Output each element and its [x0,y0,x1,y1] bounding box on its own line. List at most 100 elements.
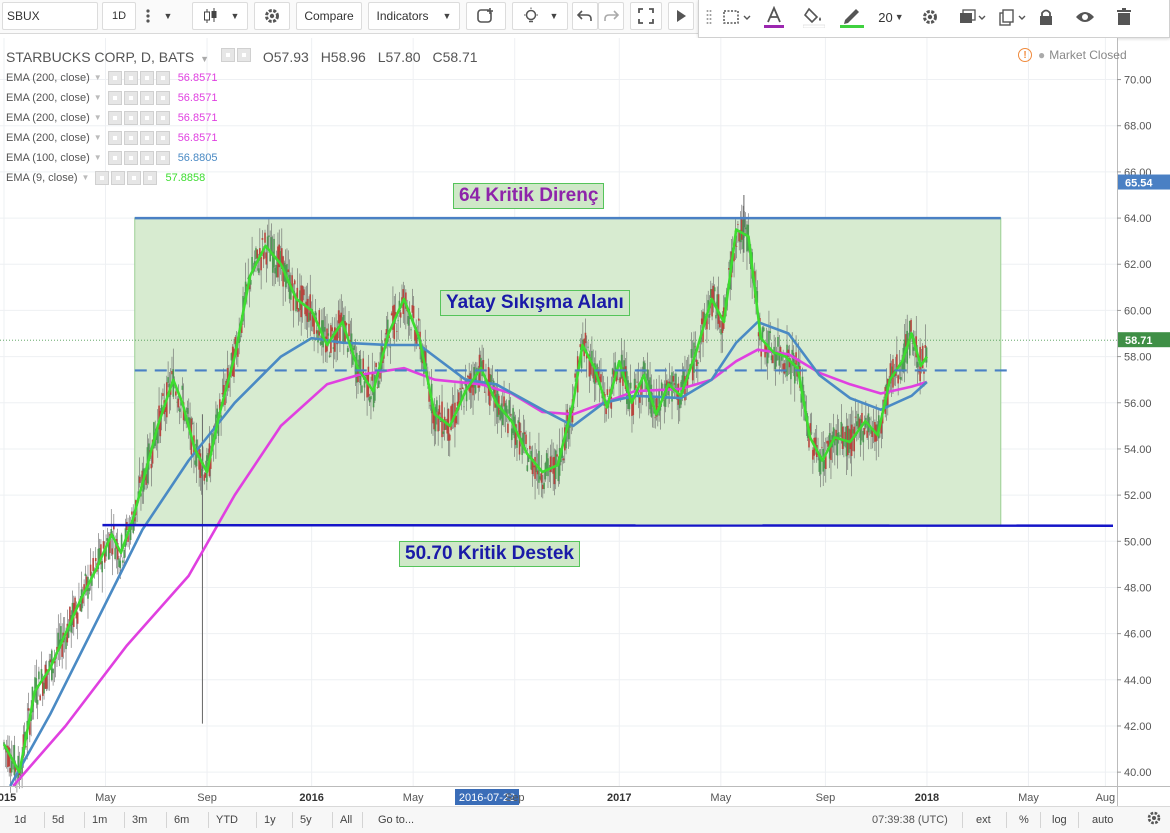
replay-button[interactable] [668,2,694,30]
eye-icon[interactable] [107,111,122,125]
more-vert-icon[interactable] [138,2,158,30]
close-icon[interactable] [155,71,170,85]
delete-button[interactable] [1111,4,1137,30]
plus-icon[interactable] [139,151,154,165]
close-icon[interactable] [155,91,170,105]
candle-body [772,355,774,364]
ideas-button[interactable]: ▼ [512,2,568,30]
candle-body [36,699,39,705]
plus-icon[interactable] [139,131,154,145]
settings-icon[interactable] [123,111,138,125]
visibility-button[interactable] [1071,4,1099,30]
range-button-all[interactable]: All [340,811,352,829]
utc-clock[interactable]: 07:39:38 (UTC) [872,811,948,829]
eye-icon[interactable] [107,151,122,165]
indicator-row[interactable]: EMA (200, close) ▼ 56.8571 [6,110,217,126]
ext-toggle[interactable]: ext [976,811,991,829]
plus-icon[interactable] [139,111,154,125]
gear-icon[interactable] [1146,810,1162,828]
select-area-button[interactable] [719,4,755,30]
settings-icon[interactable] [123,91,138,105]
settings-icon[interactable] [236,48,251,62]
lock-button[interactable] [1035,4,1057,30]
candle-body [600,374,602,383]
fill-color-button[interactable] [799,4,829,30]
range-button-1d[interactable]: 1d [14,811,26,829]
range-button-5d[interactable]: 5d [52,811,64,829]
settings-icon[interactable] [123,71,138,85]
fullscreen-button[interactable] [630,2,662,30]
goto-button[interactable]: Go to... [378,811,414,829]
price-axis[interactable]: 70.0068.0066.0064.0062.0060.0058.0056.00… [1117,75,1170,780]
range-label[interactable]: Yatay Sıkışma Alanı [440,290,630,316]
compare-button[interactable]: Compare [296,2,362,30]
symbol-input[interactable]: SBUX [2,2,98,30]
range-button-1y[interactable]: 1y [264,811,276,829]
line-color-button[interactable] [837,4,867,30]
indicator-menu-icon[interactable]: ▼ [82,170,90,186]
alert-button[interactable] [466,2,506,30]
settings-icon[interactable] [111,171,126,185]
drawing-settings-button[interactable] [917,4,943,30]
settings-icon[interactable] [123,151,138,165]
candle-body [635,385,637,389]
interval-dropdown-icon[interactable]: ▼ [158,2,178,30]
candle-body [779,346,782,353]
range-button-ytd[interactable]: YTD [216,811,238,829]
indicator-row[interactable]: EMA (200, close) ▼ 56.8571 [6,70,217,86]
plus-icon[interactable] [139,71,154,85]
range-button-3m[interactable]: 3m [132,811,147,829]
log-toggle[interactable]: log [1052,811,1067,829]
indicator-row[interactable]: EMA (200, close) ▼ 56.8571 [6,130,217,146]
text-color-button[interactable] [759,4,789,30]
support-label[interactable]: 50.70 Kritik Destek [399,541,580,567]
candle-body [509,414,512,416]
x-tick-label: Sep [816,792,836,804]
clone-button[interactable] [995,4,1029,30]
close-icon[interactable] [155,131,170,145]
interval-button[interactable]: 1D [102,2,136,30]
auto-toggle[interactable]: auto [1092,811,1113,829]
clock-icon: ! [1018,48,1032,62]
eye-icon[interactable] [107,131,122,145]
font-size-select[interactable]: 20 ▼ [875,4,907,30]
percent-toggle[interactable]: % [1019,811,1029,829]
candle-body [396,330,398,332]
redo-button[interactable] [598,2,624,30]
indicator-menu-icon[interactable]: ▼ [94,70,102,86]
candle-body [92,558,94,572]
plus-icon[interactable] [127,171,142,185]
indicator-menu-icon[interactable]: ▼ [94,110,102,126]
copy-icon [999,9,1026,26]
drag-handle[interactable] [703,4,715,30]
eye-icon[interactable] [95,171,110,185]
range-button-1m[interactable]: 1m [92,811,107,829]
series-title[interactable]: STARBUCKS CORP, D, BATS [6,49,194,65]
close-icon[interactable] [155,151,170,165]
range-button-6m[interactable]: 6m [174,811,189,829]
indicator-menu-icon[interactable]: ▼ [94,130,102,146]
indicator-row[interactable]: EMA (200, close) ▼ 56.8571 [6,90,217,106]
indicator-row[interactable]: EMA (100, close) ▼ 56.8805 [6,150,217,166]
undo-button[interactable] [572,2,598,30]
eye-icon[interactable] [107,71,122,85]
visual-order-button[interactable] [955,4,989,30]
close-icon[interactable] [143,171,158,185]
indicator-row[interactable]: EMA (9, close) ▼ 57.8858 [6,170,205,186]
settings-icon[interactable] [123,131,138,145]
close-icon[interactable] [155,111,170,125]
eye-icon[interactable] [107,91,122,105]
chart-type-button[interactable]: ▼ [192,2,248,30]
indicator-menu-icon[interactable]: ▼ [94,150,102,166]
eye-icon[interactable] [220,48,235,62]
indicator-menu-icon[interactable]: ▼ [94,90,102,106]
indicators-button[interactable]: Indicators ▼ [368,2,460,30]
plus-icon[interactable] [139,91,154,105]
candle-body [167,377,169,383]
chart-settings-button[interactable] [254,2,290,30]
undo-icon [577,10,592,21]
support-line[interactable] [102,523,1114,527]
candle-body [899,377,902,380]
range-button-5y[interactable]: 5y [300,811,312,829]
resistance-label[interactable]: 64 Kritik Direnç [453,183,605,209]
